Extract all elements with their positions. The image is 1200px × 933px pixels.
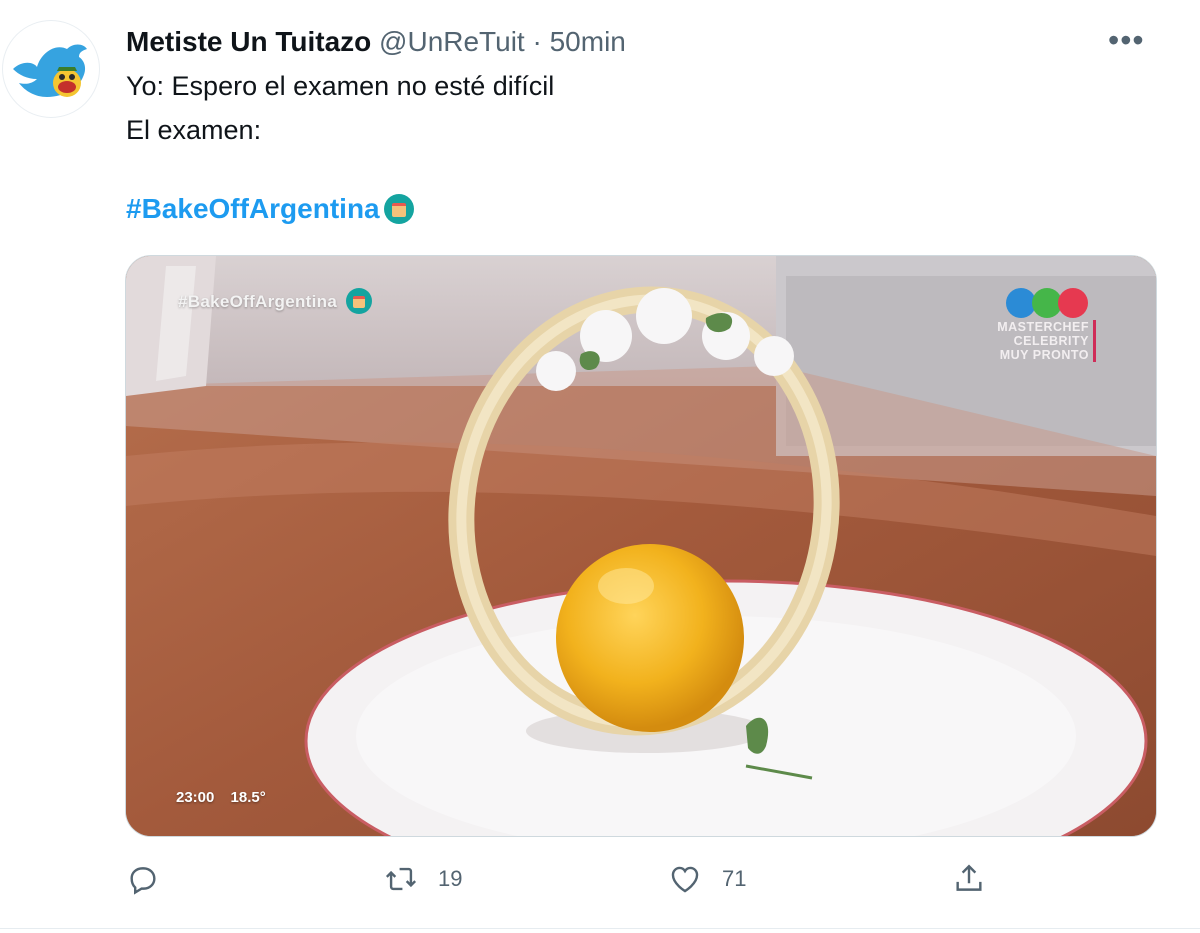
reply-button[interactable] [126, 862, 180, 896]
twitter-bird-mascot-icon [13, 44, 87, 97]
divider [0, 928, 1200, 929]
display-name[interactable]: Metiste Un Tuitazo [126, 26, 371, 57]
handle[interactable]: @UnReTuit [379, 26, 525, 57]
more-options-icon[interactable]: ••• [1108, 22, 1145, 59]
tweet-text-line-1: Yo: Espero el examen no esté difícil [126, 71, 555, 101]
tweet-text-line-2: El examen: [126, 115, 262, 145]
timestamp[interactable]: 50min [550, 26, 626, 57]
promo-line-2: CELEBRITY [1013, 334, 1089, 348]
retweet-icon [385, 867, 417, 891]
separator: · [532, 26, 542, 57]
tweet-actions: 19 71 [126, 862, 1026, 902]
like-count: 71 [722, 866, 747, 891]
video-overlay-hashtag: #BakeOffArgentina [178, 288, 373, 314]
telefe-logo-icon [1006, 288, 1088, 323]
cake-emoji-icon [383, 194, 414, 224]
hashtag-link[interactable]: #BakeOffArgentina [126, 190, 414, 228]
masterchef-promo: MASTERCHEF CELEBRITY MUY PRONTO [997, 320, 1096, 362]
heart-icon [671, 866, 699, 893]
hashtag-text[interactable]: #BakeOffArgentina [126, 193, 380, 224]
video-clock: 23:00 18.5° [176, 789, 266, 806]
overlay-hashtag-text: #BakeOffArgentina [178, 292, 338, 311]
retweet-button[interactable]: 19 [384, 862, 462, 896]
tweet-header: Metiste Un Tuitazo @UnReTuit · 50min [126, 24, 626, 60]
retweet-count: 19 [438, 866, 463, 891]
clock-time: 23:00 [176, 789, 215, 806]
avatar[interactable] [2, 20, 100, 118]
share-button[interactable] [952, 862, 986, 896]
promo-line-3: MUY PRONTO [999, 348, 1089, 362]
like-button[interactable]: 71 [668, 862, 746, 896]
promo-line-1: MASTERCHEF [997, 320, 1089, 334]
temperature: 18.5° [230, 789, 266, 806]
tweet-media-video[interactable]: #BakeOffArgentina MASTERCHEF CELEBRITY M… [125, 255, 1157, 837]
overlay-cake-icon [346, 288, 373, 314]
share-icon [956, 864, 982, 891]
reply-icon [130, 867, 156, 895]
